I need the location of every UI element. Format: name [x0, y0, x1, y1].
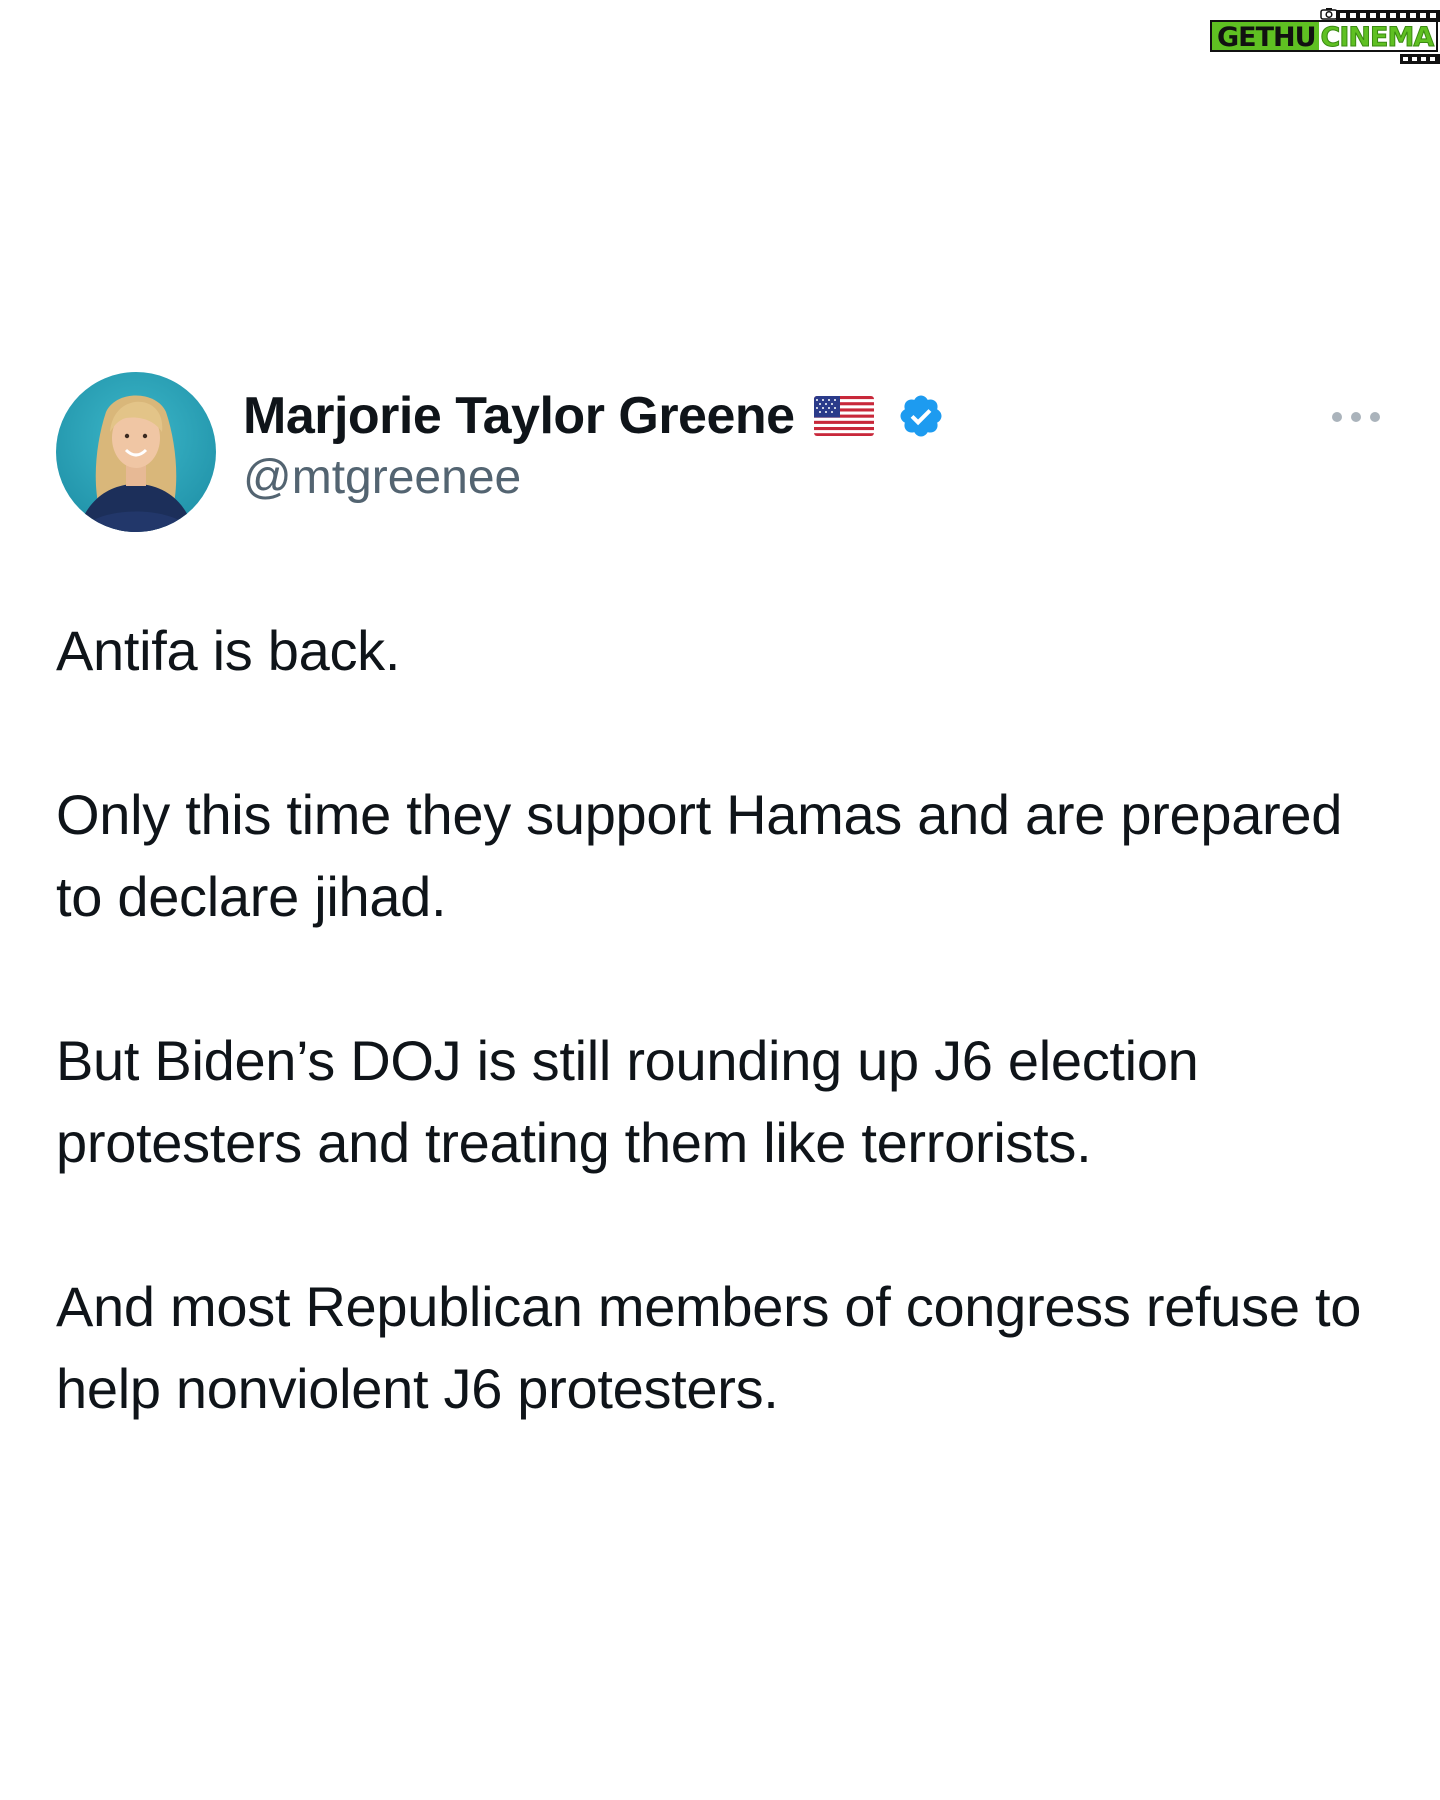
tweet-paragraph: And most Republican members of congress … [56, 1275, 1362, 1420]
avatar[interactable] [56, 372, 216, 532]
tweet-paragraph: Only this time they support Hamas and ar… [56, 783, 1343, 928]
user-handle[interactable]: @mtgreenee [243, 450, 945, 505]
film-strip-bottom-icon [1400, 54, 1440, 64]
tweet-paragraph: Antifa is back. [56, 619, 401, 682]
watermark-text-part2: CINEMA [1318, 20, 1439, 54]
watermark-text-part1: GETHU [1210, 20, 1319, 53]
avatar-image [56, 372, 216, 532]
watermark-logo: GETHU CINEMA [1210, 8, 1440, 64]
display-name[interactable]: Marjorie Taylor Greene [243, 386, 795, 446]
tweet-header: Marjorie Taylor Greene @mtgreenee [56, 372, 1384, 532]
tweet-paragraph: But Biden’s DOJ is still rounding up J6 … [56, 1029, 1199, 1174]
name-row: Marjorie Taylor Greene [243, 384, 945, 448]
watermark-text: GETHU CINEMA [1210, 20, 1439, 54]
us-flag-icon [813, 396, 874, 436]
verified-badge-icon [900, 395, 942, 437]
user-block: Marjorie Taylor Greene @mtgreenee [243, 384, 945, 505]
tweet-text: Antifa is back. Only this time they supp… [56, 610, 1366, 1512]
more-options-icon[interactable] [1328, 408, 1384, 426]
